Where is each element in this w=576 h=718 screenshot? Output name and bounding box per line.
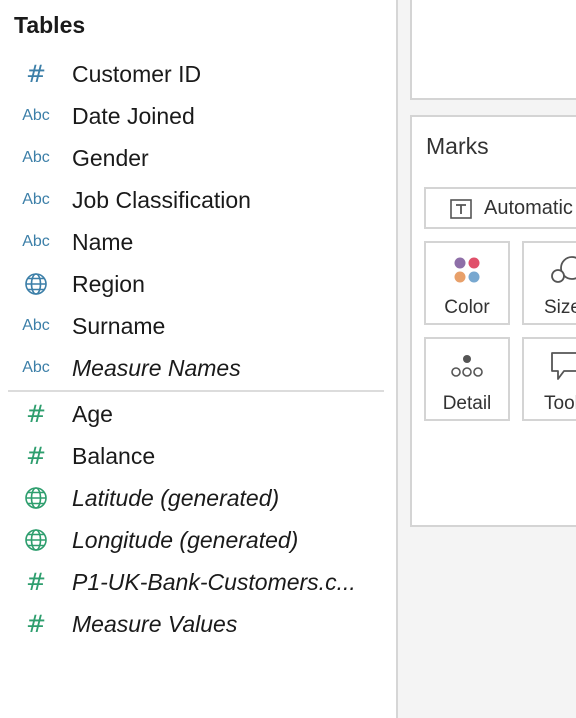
color-dots-icon — [426, 255, 508, 285]
detail-button[interactable]: Detail — [424, 337, 510, 421]
abc-icon: Abc — [22, 233, 50, 250]
hash-icon: # — [25, 60, 47, 88]
tables-header: Tables — [14, 12, 86, 38]
globe-icon — [18, 264, 54, 304]
field-label: Gender — [72, 145, 149, 171]
size-circles-icon — [524, 255, 576, 285]
field-date-joined[interactable]: Abc Date Joined — [8, 96, 388, 136]
abc-icon: Abc — [22, 107, 50, 124]
hash-icon: # — [25, 610, 47, 638]
abc-icon: Abc — [22, 149, 50, 166]
field-latitude-generated[interactable]: Latitude (generated) — [8, 478, 388, 518]
field-customer-id[interactable]: # Customer ID — [8, 54, 388, 94]
field-label: Age — [72, 401, 113, 427]
field-label: Surname — [72, 313, 166, 339]
hash-icon: # — [25, 442, 47, 470]
field-measure-values[interactable]: # Measure Values — [8, 604, 388, 644]
marks-title: Marks — [426, 133, 489, 159]
field-label: Date Joined — [72, 103, 195, 129]
color-label: Color — [444, 297, 490, 318]
field-label: Job Classification — [72, 187, 251, 213]
mark-type-dropdown[interactable]: Automatic — [424, 187, 576, 229]
size-label: Size — [544, 297, 576, 318]
section-divider — [8, 390, 384, 392]
text-mark-icon — [450, 199, 472, 224]
data-pane: Tables # Customer ID Abc Date Joined Abc… — [0, 0, 396, 718]
mark-type-label: Automatic — [484, 197, 573, 219]
field-label: Measure Values — [72, 611, 238, 637]
field-gender[interactable]: Abc Gender — [8, 138, 388, 178]
field-label: Latitude (generated) — [72, 485, 280, 511]
abc-icon: Abc — [22, 359, 50, 376]
abc-icon: Abc — [22, 191, 50, 208]
tooltip-bubble-icon — [524, 351, 576, 381]
cards-area: Marks Automatic Color Size Detail Too — [398, 0, 576, 718]
field-balance[interactable]: # Balance — [8, 436, 388, 476]
marks-card: Marks Automatic Color Size Detail Too — [410, 115, 576, 527]
color-button[interactable]: Color — [424, 241, 510, 325]
field-label: Region — [72, 271, 145, 297]
detail-dots-icon — [426, 351, 508, 381]
field-surname[interactable]: Abc Surname — [8, 306, 388, 346]
hash-icon: # — [25, 400, 47, 428]
field-job-classification[interactable]: Abc Job Classification — [8, 180, 388, 220]
globe-icon — [18, 478, 54, 518]
abc-icon: Abc — [22, 317, 50, 334]
field-label: Customer ID — [72, 61, 202, 87]
tooltip-label: Tooltip — [544, 393, 576, 414]
detail-label: Detail — [442, 393, 492, 414]
field-label: Name — [72, 229, 134, 255]
field-name[interactable]: Abc Name — [8, 222, 388, 262]
field-age[interactable]: # Age — [8, 394, 388, 434]
globe-icon — [18, 520, 54, 560]
field-measure-names[interactable]: Abc Measure Names — [8, 348, 388, 388]
hash-icon: # — [25, 568, 47, 596]
field-longitude-generated[interactable]: Longitude (generated) — [8, 520, 388, 560]
tooltip-button[interactable]: Tooltip — [522, 337, 576, 421]
field-p1-uk-bank-customers-count[interactable]: # P1-UK-Bank-Customers.c... — [8, 562, 388, 602]
filters-card[interactable] — [410, 0, 576, 100]
field-label: Longitude (generated) — [72, 527, 299, 553]
field-label: Measure Names — [72, 355, 241, 381]
field-label: P1-UK-Bank-Customers.c... — [72, 569, 356, 595]
field-label: Balance — [72, 443, 156, 469]
size-button[interactable]: Size — [522, 241, 576, 325]
field-region[interactable]: Region — [8, 264, 388, 304]
